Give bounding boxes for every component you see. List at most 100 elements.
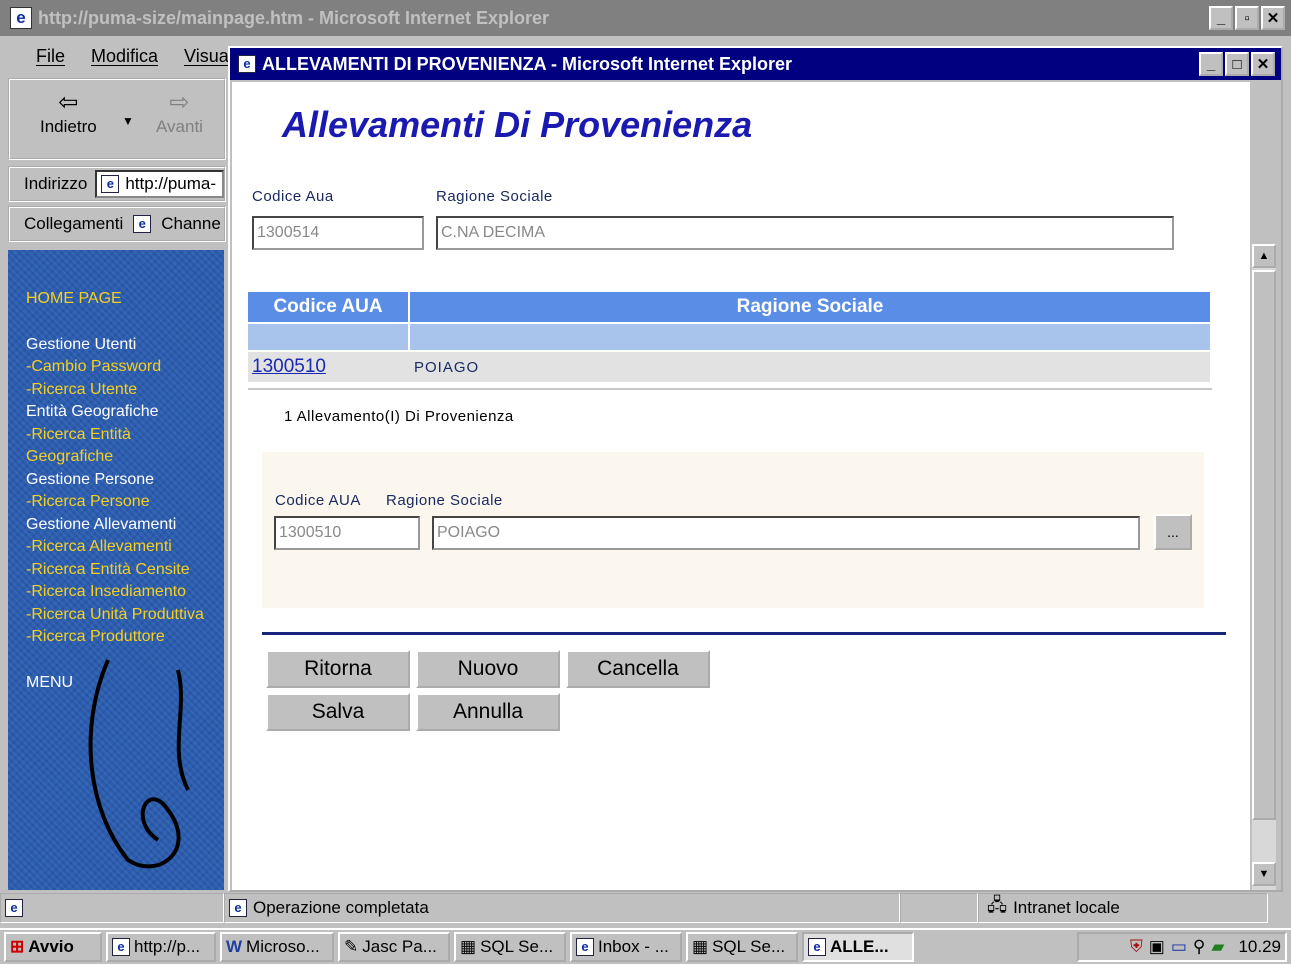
sidebar-item-ricerca-entita[interactable]: -Ricerca Entità	[26, 426, 131, 444]
minimize-button[interactable]: _	[1209, 6, 1233, 30]
salva-button[interactable]: Salva	[266, 693, 410, 731]
table-divider	[248, 388, 1212, 390]
taskbar-label: ALLE...	[830, 937, 889, 956]
links-label[interactable]: Collegamenti	[24, 214, 123, 234]
channels-link[interactable]: Channe	[161, 214, 221, 234]
sidebar-item-cambio-password[interactable]: -Cambio Password	[26, 358, 161, 376]
popup-scrollbar[interactable]: ▲ ▼	[1252, 244, 1276, 890]
sidebar-item-gestione-utenti: Gestione Utenti	[26, 336, 137, 353]
browse-button[interactable]: ...	[1154, 514, 1192, 550]
address-value: http://puma-	[125, 174, 217, 193]
filter-ragione-label: Ragione Sociale	[436, 188, 553, 205]
popup-minimize-button[interactable]: _	[1199, 52, 1223, 76]
row-codice-link[interactable]: 1300510	[248, 356, 414, 378]
detail-ragione-label: Ragione Sociale	[386, 492, 503, 509]
sidebar-menu[interactable]: MENU	[26, 674, 73, 692]
popup-title-bar: e ALLEVAMENTI DI PROVENIENZA - Microsoft…	[230, 48, 1281, 80]
back-label: Indietro	[40, 117, 97, 136]
menu-file[interactable]: File	[36, 46, 65, 67]
taskbar-item-alle[interactable]: e ALLE...	[802, 932, 914, 962]
menu-visual[interactable]: Visual	[184, 46, 233, 67]
ie-icon: e	[10, 7, 32, 29]
clock[interactable]: 10.29	[1238, 937, 1281, 957]
taskbar-label: http://p...	[134, 937, 201, 956]
scroll-down-icon[interactable]: ▼	[1252, 862, 1276, 886]
monitor-icon[interactable]: ▭	[1171, 937, 1187, 957]
filter-codice-label: Codice Aua	[252, 188, 334, 205]
jasc-icon: ✎	[344, 937, 359, 956]
back-dropdown-icon[interactable]: ▼	[122, 114, 134, 128]
popup-maximize-button[interactable]: □	[1225, 52, 1249, 76]
word-icon: W	[226, 937, 243, 956]
filter-codice-input[interactable]: 1300514	[252, 216, 424, 250]
taskbar-item-sql2[interactable]: ▦ SQL Se...	[686, 932, 798, 962]
ie-icon: e	[238, 55, 256, 73]
results-count: 1 Allevamento(I) Di Provenienza	[284, 408, 514, 425]
col-ragione-sociale[interactable]: Ragione Sociale	[410, 292, 1210, 322]
results-table-header: Codice AUA Ragione Sociale	[248, 292, 1210, 322]
taskbar-label: SQL Se...	[480, 937, 554, 956]
filter-ragione-input[interactable]: C.NA DECIMA	[436, 216, 1174, 250]
shield-icon[interactable]: ⛨	[1130, 937, 1143, 957]
table-row-blank	[248, 324, 1210, 350]
taskbar-item-word[interactable]: W Microso...	[220, 932, 334, 962]
popup-window: e ALLEVAMENTI DI PROVENIENZA - Microsoft…	[228, 46, 1283, 892]
sidebar-item-entita-geografiche: Entità Geografiche	[26, 403, 159, 420]
taskbar-item-sql1[interactable]: ▦ SQL Se...	[454, 932, 566, 962]
search-icon[interactable]: ⚲	[1193, 937, 1205, 957]
links-bar: Collegamenti e Channe	[8, 206, 226, 242]
sidebar-item-ricerca-persone[interactable]: -Ricerca Persone	[26, 493, 150, 511]
sidebar-item-gestione-allevamenti: Gestione Allevamenti	[26, 516, 177, 533]
close-button[interactable]: ✕	[1261, 6, 1285, 30]
page-status-icon: e	[5, 899, 23, 917]
nuovo-button[interactable]: Nuovo	[416, 650, 560, 688]
status-text: Operazione completata	[253, 898, 429, 917]
menu-modifica[interactable]: Modifica	[91, 46, 158, 67]
start-button[interactable]: ⊞ Avvio	[4, 932, 102, 962]
sidebar-item-geografiche[interactable]: Geografiche	[26, 448, 113, 466]
sidebar-item-ricerca-entita-censite[interactable]: -Ricerca Entità Censite	[26, 561, 190, 579]
row-ragione: POIAGO	[414, 358, 480, 376]
system-tray: ⛨ ▣ ▭ ⚲ ▰ 10.29	[1077, 932, 1287, 962]
back-button[interactable]: ⇦ Indietro	[40, 88, 97, 137]
detail-ragione-input[interactable]: POIAGO	[432, 516, 1140, 550]
popup-close-button[interactable]: ✕	[1251, 52, 1275, 76]
ritorna-button[interactable]: Ritorna	[266, 650, 410, 688]
detail-codice-input[interactable]: 1300510	[274, 516, 420, 550]
maximize-button[interactable]: ▫	[1235, 6, 1259, 30]
col-codice-aua[interactable]: Codice AUA	[248, 292, 410, 322]
scroll-thumb[interactable]	[1252, 270, 1276, 820]
ie-icon: e	[808, 938, 826, 956]
sidebar-item-gestione-persone: Gestione Persone	[26, 471, 155, 488]
folder-icon[interactable]: ▰	[1211, 937, 1224, 957]
status-bar: e e Operazione completata 🖧 Intranet loc…	[0, 892, 1291, 924]
annulla-button[interactable]: Annulla	[416, 693, 560, 731]
sidebar-item-ricerca-produttore[interactable]: -Ricerca Produttore	[26, 628, 165, 646]
zone-text: Intranet locale	[1013, 898, 1120, 917]
taskbar-item-jasc[interactable]: ✎ Jasc Pa...	[338, 932, 450, 962]
sidebar-item-ricerca-unita-produttiva[interactable]: -Ricerca Unità Produttiva	[26, 606, 204, 624]
cancella-button[interactable]: Cancella	[566, 650, 710, 688]
windows-icon: ⊞	[10, 937, 25, 956]
sidebar-item-ricerca-utente[interactable]: -Ricerca Utente	[26, 381, 137, 399]
forward-button[interactable]: ⇨ Avanti	[156, 88, 203, 137]
taskbar-label: SQL Se...	[712, 937, 786, 956]
browser-title-bar: e http://puma-size/mainpage.htm - Micros…	[0, 0, 1291, 36]
taskbar-label: Inbox - ...	[598, 937, 669, 956]
sidebar: HOME PAGE Gestione Utenti -Cambio Passwo…	[8, 250, 224, 890]
network-icon[interactable]: ▣	[1149, 937, 1165, 957]
sql-icon: ▦	[460, 937, 477, 956]
back-arrow-icon: ⇦	[58, 89, 79, 116]
taskbar-item-inbox[interactable]: e Inbox - ...	[570, 932, 682, 962]
channels-icon: e	[133, 215, 152, 233]
sidebar-item-ricerca-allevamenti[interactable]: -Ricerca Allevamenti	[26, 538, 172, 556]
sidebar-item-ricerca-insediamento[interactable]: -Ricerca Insediamento	[26, 583, 186, 601]
sidebar-home[interactable]: HOME PAGE	[26, 290, 122, 308]
taskbar-item-ie[interactable]: e http://p...	[106, 932, 216, 962]
taskbar: ⊞ Avvio e http://p... W Microso... ✎ Jasc P…	[0, 928, 1291, 964]
table-row[interactable]: 1300510 POIAGO	[248, 352, 1210, 382]
scroll-up-icon[interactable]: ▲	[1252, 244, 1276, 268]
done-icon: e	[229, 899, 247, 917]
ie-icon: e	[112, 938, 130, 956]
address-input[interactable]: e http://puma-	[95, 170, 224, 198]
